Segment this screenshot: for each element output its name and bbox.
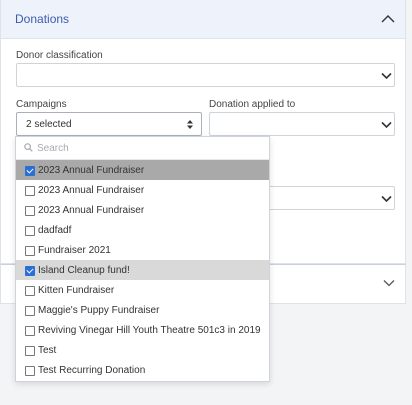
campaign-option[interactable]: 2023 Annual Fundraiser	[16, 160, 269, 180]
checkbox[interactable]	[25, 186, 35, 196]
campaign-option[interactable]: Maggie's Puppy Fundraiser	[16, 300, 269, 320]
campaign-option[interactable]: Kitten Fundraiser	[16, 280, 269, 300]
checkbox[interactable]	[25, 326, 35, 336]
campaign-option-label: Reviving Vinegar Hill Youth Theatre 501c…	[38, 325, 261, 336]
campaign-option[interactable]: Test Recurring Donation	[16, 360, 269, 380]
search-icon	[24, 143, 33, 152]
campaign-option[interactable]: 2023 Annual Fundraiser	[16, 200, 269, 220]
campaigns-label: Campaigns	[16, 99, 67, 110]
checkbox[interactable]	[25, 246, 35, 256]
sort-updown-icon	[187, 120, 193, 129]
donation-applied-to-label: Donation applied to	[209, 99, 296, 110]
section-title: Donations	[15, 12, 70, 26]
campaign-option[interactable]: Test	[16, 340, 269, 360]
checkbox[interactable]	[25, 226, 35, 236]
chevron-up-icon[interactable]	[381, 14, 395, 24]
campaign-option-label: Fundraiser 2021	[38, 245, 111, 256]
campaign-option-label: dadfadf	[38, 225, 72, 236]
campaigns-value: 2 selected	[26, 119, 72, 130]
chevron-down-icon	[381, 195, 392, 203]
campaign-search[interactable]: Search	[16, 137, 269, 160]
checkbox-checked[interactable]	[25, 166, 35, 176]
search-placeholder: Search	[37, 143, 69, 154]
chevron-down-icon	[381, 121, 392, 129]
campaign-option[interactable]: dadfadf	[16, 220, 269, 240]
campaign-option[interactable]: Island Cleanup fund!	[16, 260, 269, 280]
checkbox[interactable]	[25, 366, 35, 376]
chevron-down-icon	[381, 72, 392, 80]
donation-applied-to-select[interactable]	[209, 112, 395, 136]
checkbox[interactable]	[25, 306, 35, 316]
campaign-option-label: Kitten Fundraiser	[38, 285, 115, 296]
campaign-option-label: Island Cleanup fund!	[38, 265, 130, 276]
campaign-option-label: Maggie's Puppy Fundraiser	[38, 305, 160, 316]
campaign-option-label: Test	[38, 345, 57, 356]
campaigns-select[interactable]: 2 selected	[16, 112, 202, 136]
campaign-option[interactable]: Fundraiser 2021	[16, 240, 269, 260]
campaign-option-label: 2023 Annual Fundraiser	[38, 205, 145, 216]
checkbox-checked[interactable]	[25, 266, 35, 276]
checkbox[interactable]	[25, 206, 35, 216]
donor-classification-label: Donor classification	[16, 50, 103, 61]
campaign-option-label: 2023 Annual Fundraiser	[38, 185, 145, 196]
chevron-down-icon[interactable]	[383, 279, 395, 287]
campaign-option[interactable]: Reviving Vinegar Hill Youth Theatre 501c…	[16, 320, 269, 340]
donor-classification-select[interactable]	[16, 63, 395, 87]
campaigns-dropdown: Search 2023 Annual Fundraiser 2023 Annual…	[15, 136, 270, 382]
checkbox[interactable]	[25, 286, 35, 296]
campaign-option-label: 2023 Annual Fundraiser	[38, 165, 145, 176]
campaign-option-label: Test Recurring Donation	[38, 365, 146, 376]
donations-header[interactable]: Donations	[1, 0, 405, 39]
campaign-option[interactable]: 2023 Annual Fundraiser	[16, 180, 269, 200]
checkbox[interactable]	[25, 346, 35, 356]
